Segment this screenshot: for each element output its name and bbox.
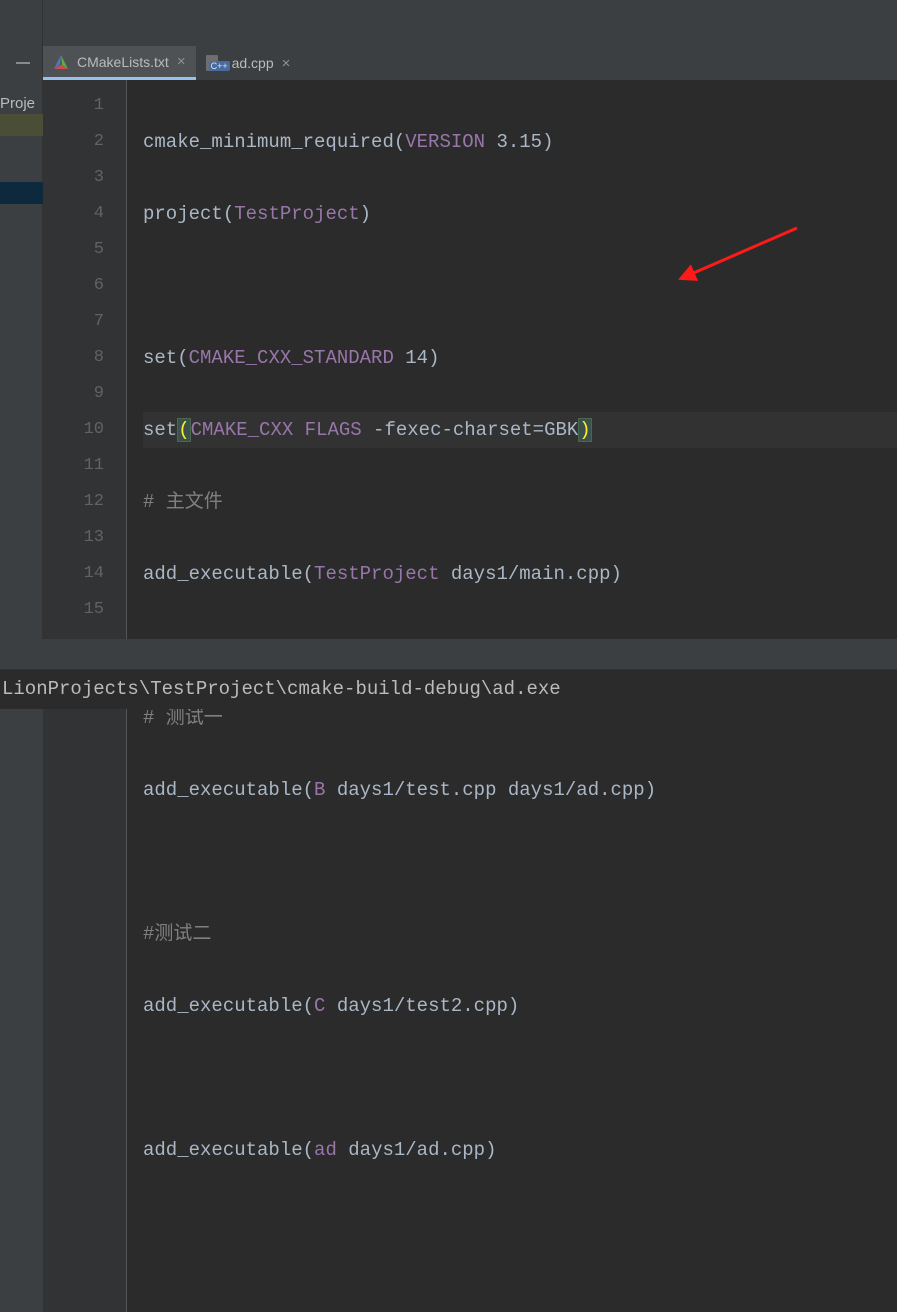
code-line <box>143 844 897 880</box>
line-number: 10 <box>43 412 104 448</box>
line-number: 9 <box>43 376 104 412</box>
code-line: #测试二 <box>143 916 897 952</box>
code-line: add_executable(B days1/test.cpp days1/ad… <box>143 772 897 808</box>
panel-gap <box>0 639 897 669</box>
tab-cmakelists[interactable]: CMakeLists.txt × <box>43 46 196 80</box>
line-number: 13 <box>43 520 104 556</box>
tab-label: CMakeLists.txt <box>77 54 169 70</box>
close-icon[interactable]: × <box>177 53 186 70</box>
code-line-current: set(CMAKE_CXX FLAGS -fexec-charset=GBK) <box>143 412 897 448</box>
code-line: # 主文件 <box>143 484 897 520</box>
line-number: 11 <box>43 448 104 484</box>
project-sidebar[interactable]: Proje <box>0 0 43 660</box>
line-number: 12 <box>43 484 104 520</box>
line-number: 3 <box>43 160 104 196</box>
line-number: 4 <box>43 196 104 232</box>
cmake-icon <box>53 54 69 70</box>
editor-tabs: CMakeLists.txt × C++ ad.cpp × <box>43 46 300 80</box>
line-number: 1 <box>43 88 104 124</box>
code-line <box>143 1060 897 1096</box>
code-line: add_executable(TestProject days1/main.cp… <box>143 556 897 592</box>
tab-label: ad.cpp <box>232 55 274 71</box>
close-icon[interactable]: × <box>282 55 291 72</box>
line-number: 8 <box>43 340 104 376</box>
sidebar-item[interactable] <box>0 114 43 136</box>
code-line: project(TestProject) <box>143 196 897 232</box>
terminal-output[interactable]: LionProjects\TestProject\cmake-build-deb… <box>0 669 897 709</box>
line-number: 15 <box>43 592 104 628</box>
cpp-file-icon: C++ <box>206 55 224 71</box>
tab-adcpp[interactable]: C++ ad.cpp × <box>196 46 301 80</box>
sidebar-label: Proje <box>0 95 35 112</box>
code-line: add_executable(ad days1/ad.cpp) <box>143 1132 897 1168</box>
collapse-icon[interactable] <box>16 62 30 64</box>
code-line: add_executable(C days1/test2.cpp) <box>143 988 897 1024</box>
code-line: set(CMAKE_CXX_STANDARD 14) <box>143 340 897 376</box>
line-number: 14 <box>43 556 104 592</box>
code-line: cmake_minimum_required(VERSION 3.15) <box>143 124 897 160</box>
sidebar-item-selected[interactable] <box>0 182 43 204</box>
code-line <box>143 268 897 304</box>
line-number: 7 <box>43 304 104 340</box>
line-number: 5 <box>43 232 104 268</box>
line-number: 6 <box>43 268 104 304</box>
line-number: 2 <box>43 124 104 160</box>
